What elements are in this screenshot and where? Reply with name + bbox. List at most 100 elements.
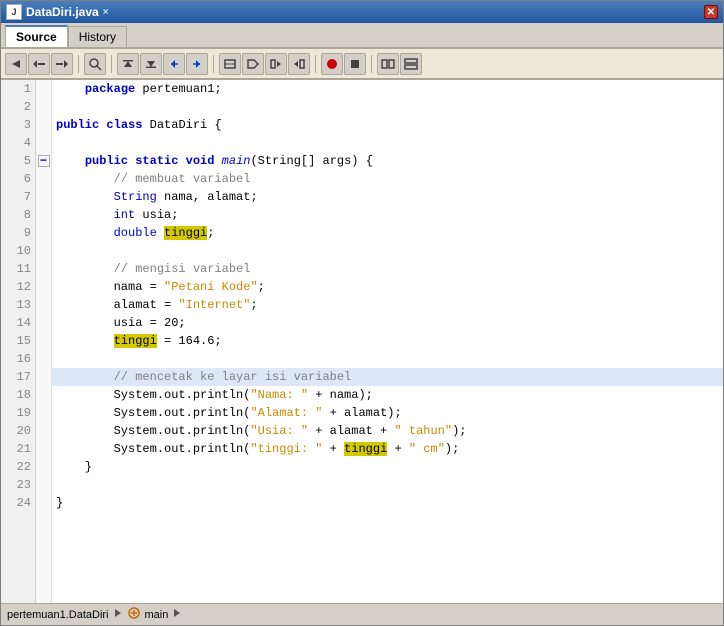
line-4 — [52, 134, 723, 152]
toolbar-view2[interactable] — [400, 53, 422, 75]
toolbar-stop2-btn[interactable] — [344, 53, 366, 75]
toolbar-jump1[interactable] — [265, 53, 287, 75]
line-11: // mengisi variabel — [52, 260, 723, 278]
toolbar-jump2[interactable] — [288, 53, 310, 75]
ln-5: 5 — [1, 152, 35, 170]
toolbar-up-btn[interactable] — [117, 53, 139, 75]
fold-16 — [36, 347, 52, 365]
ln-22: 22 — [1, 458, 35, 476]
fold-9 — [36, 221, 52, 239]
toolbar-btn-back[interactable] — [5, 53, 27, 75]
fold-23 — [36, 473, 52, 491]
close-button[interactable]: ✕ — [704, 5, 718, 19]
line-3: public class DataDiri { — [52, 116, 723, 134]
ln-17: 17 — [1, 368, 35, 386]
fold-8 — [36, 203, 52, 221]
fold-1 — [36, 80, 52, 98]
sep-3 — [213, 55, 214, 73]
statusbar: pertemuan1.DataDiri main — [1, 603, 723, 625]
toolbar-stop-btn[interactable] — [321, 53, 343, 75]
line-5: public static void main(String[] args) { — [52, 152, 723, 170]
toolbar-btn-nav1[interactable] — [28, 53, 50, 75]
line-24: } — [52, 494, 723, 512]
ln-12: 12 — [1, 278, 35, 296]
code-content[interactable]: package pertemuan1; public class DataDir… — [52, 80, 723, 603]
fold-24 — [36, 491, 52, 509]
ln-16: 16 — [1, 350, 35, 368]
fold-15 — [36, 329, 52, 347]
toolbar-down-btn[interactable] — [140, 53, 162, 75]
fold-5[interactable]: − — [38, 155, 50, 167]
line-13: alamat = "Internet"; — [52, 296, 723, 314]
line-8: int usia; — [52, 206, 723, 224]
line-6: // membuat variabel — [52, 170, 723, 188]
ln-23: 23 — [1, 476, 35, 494]
fold-3 — [36, 116, 52, 134]
sep-2 — [111, 55, 112, 73]
tab-history[interactable]: History — [68, 26, 127, 47]
title-bar: J DataDiri.java × ✕ — [1, 1, 723, 23]
breadcrumb-package: pertemuan1.DataDiri — [7, 609, 109, 621]
toolbar-next-btn[interactable] — [186, 53, 208, 75]
toolbar-group-view — [377, 53, 422, 75]
line-1: package pertemuan1; — [52, 80, 723, 98]
breadcrumb-method: main — [145, 609, 169, 621]
fold-12 — [36, 275, 52, 293]
ln-2: 2 — [1, 98, 35, 116]
ln-7: 7 — [1, 188, 35, 206]
ln-24: 24 — [1, 494, 35, 512]
ln-3: 3 — [1, 116, 35, 134]
title-bar-left: J DataDiri.java × — [6, 4, 109, 20]
fold-7 — [36, 185, 52, 203]
toolbar-view1[interactable] — [377, 53, 399, 75]
main-window: J DataDiri.java × ✕ Source History — [0, 0, 724, 626]
breadcrumb-arrow-1 — [113, 608, 123, 621]
ln-14: 14 — [1, 314, 35, 332]
title-close-marker: × — [103, 7, 109, 18]
line-12: nama = "Petani Kode"; — [52, 278, 723, 296]
line-20: System.out.println("Usia: " + alamat + "… — [52, 422, 723, 440]
code-editor: 1 2 3 4 5 6 7 8 9 10 11 12 13 14 15 16 1… — [1, 80, 723, 603]
fold-18 — [36, 383, 52, 401]
fold-20 — [36, 419, 52, 437]
line-23 — [52, 476, 723, 494]
fold-4 — [36, 134, 52, 152]
ln-18: 18 — [1, 386, 35, 404]
line-7: String nama, alamat; — [52, 188, 723, 206]
toolbar-btn-nav2[interactable] — [51, 53, 73, 75]
toolbar-search-btn[interactable] — [84, 53, 106, 75]
ln-21: 21 — [1, 440, 35, 458]
toolbar-group-1 — [5, 53, 73, 75]
fold-13 — [36, 293, 52, 311]
ln-4: 4 — [1, 134, 35, 152]
ln-11: 11 — [1, 260, 35, 278]
fold-22 — [36, 455, 52, 473]
fold-19 — [36, 401, 52, 419]
ln-10: 10 — [1, 242, 35, 260]
toolbar-toggle2[interactable] — [242, 53, 264, 75]
line-19: System.out.println("Alamat: " + alamat); — [52, 404, 723, 422]
ln-19: 19 — [1, 404, 35, 422]
toolbar-group-debug — [321, 53, 366, 75]
breadcrumb-arrow-2 — [172, 608, 182, 621]
ln-1: 1 — [1, 80, 35, 98]
ln-8: 8 — [1, 206, 35, 224]
fold-17 — [36, 365, 52, 383]
line-17: // mencetak ke layar isi variabel — [52, 368, 723, 386]
file-icon: J — [6, 4, 22, 20]
line-15: tinggi = 164.6; — [52, 332, 723, 350]
line-9: double tinggi; — [52, 224, 723, 242]
tab-source[interactable]: Source — [5, 25, 68, 47]
sep-4 — [315, 55, 316, 73]
toolbar-prev-btn[interactable] — [163, 53, 185, 75]
fold-2 — [36, 98, 52, 116]
fold-14 — [36, 311, 52, 329]
line-18: System.out.println("Nama: " + nama); — [52, 386, 723, 404]
line-10 — [52, 242, 723, 260]
toolbar-toggle1[interactable] — [219, 53, 241, 75]
line-16 — [52, 350, 723, 368]
line-21: System.out.println("tinggi: " + tinggi +… — [52, 440, 723, 458]
sep-5 — [371, 55, 372, 73]
ln-13: 13 — [1, 296, 35, 314]
toolbar-group-search — [84, 53, 106, 75]
